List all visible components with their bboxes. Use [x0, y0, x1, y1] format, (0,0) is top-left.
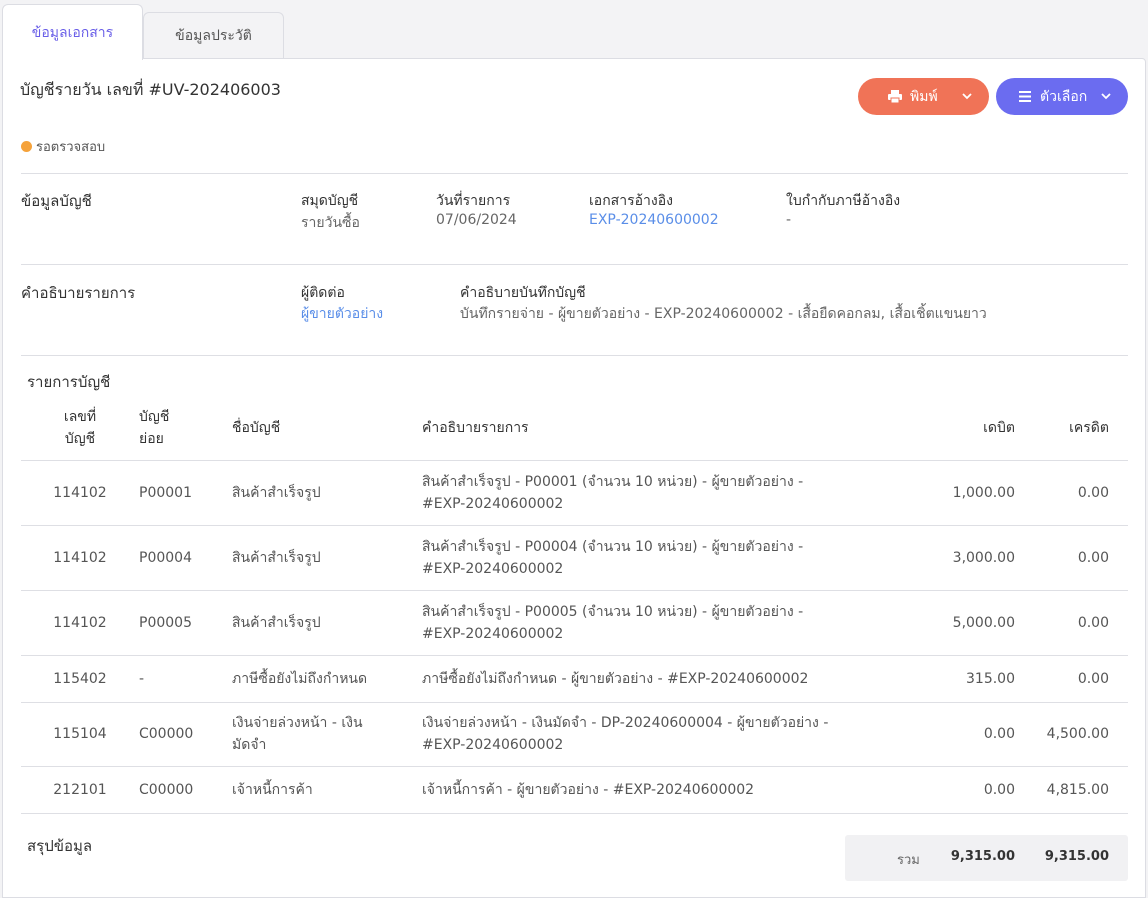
tax-invoice-label: ใบกำกับภาษีอ้างอิง [786, 193, 901, 209]
account-name: สินค้าสำเร็จรูป [232, 460, 422, 526]
entry-description: สินค้าสำเร็จรูป - P00004 (จำนวน 10 หน่วย… [422, 525, 902, 591]
debit-amount: 315.00 [902, 655, 1015, 703]
account-no: 115402 [21, 655, 139, 703]
chevron-down-icon[interactable] [961, 88, 973, 108]
account-name: ภาษีซื้อยังไม่ถึงกำหนด [232, 655, 422, 703]
account-name: สินค้าสำเร็จรูป [232, 590, 422, 656]
account-no: 114102 [21, 590, 139, 656]
total-label: รวม [897, 853, 920, 868]
status-badge: รอตรวจสอบ [21, 136, 105, 157]
sub-account: C00000 [139, 766, 232, 814]
date-value: 07/06/2024 [436, 212, 517, 228]
options-button[interactable]: ตัวเลือก [996, 78, 1128, 115]
note-label: คำอธิบายบันทึกบัญชี [460, 285, 586, 301]
entry-description: สินค้าสำเร็จรูป - P00005 (จำนวน 10 หน่วย… [422, 590, 902, 656]
table-row: 115402 - ภาษีซื้อยังไม่ถึงกำหนด ภาษีซื้อ… [21, 655, 1128, 703]
account-no: 115104 [21, 702, 139, 767]
table-row: 115104 C00000 เงินจ่ายล่วงหน้า - เงินมัด… [21, 702, 1128, 767]
print-button-label: พิมพ์ [910, 88, 938, 105]
entry-description: เจ้าหนี้การค้า - ผู้ขายตัวอย่าง - #EXP-2… [422, 766, 902, 814]
entries-heading: รายการบัญชี [27, 373, 111, 391]
date-label: วันที่รายการ [436, 193, 511, 209]
tab-document-info[interactable]: ข้อมูลเอกสาร [2, 4, 143, 60]
account-no: 114102 [21, 525, 139, 591]
credit-amount: 0.00 [1015, 525, 1128, 591]
reference-link[interactable]: EXP-20240600002 [589, 212, 719, 228]
contact-label: ผู้ติดต่อ [301, 285, 345, 301]
col-account-name: ชื่อบัญชี [232, 397, 422, 461]
sub-account: P00005 [139, 590, 232, 656]
journal-value: รายวันซื้อ [301, 215, 360, 231]
col-account-no: เลขที่ บัญชี [21, 397, 139, 461]
account-no: 212101 [21, 766, 139, 814]
account-name: เจ้าหนี้การค้า [232, 766, 422, 814]
col-sub-account: บัญชี ย่อย [139, 397, 232, 461]
divider [21, 355, 1128, 356]
credit-amount: 4,500.00 [1015, 702, 1128, 767]
entry-description: เงินจ่ายล่วงหน้า - เงินมัดจำ - DP-202406… [422, 702, 902, 767]
summary-heading: สรุปข้อมูล [27, 837, 93, 855]
sub-account: P00001 [139, 460, 232, 526]
sub-account: - [139, 655, 232, 703]
total-credit: 9,315.00 [1044, 849, 1109, 864]
debit-amount: 0.00 [902, 766, 1015, 814]
debit-amount: 3,000.00 [902, 525, 1015, 591]
credit-amount: 4,815.00 [1015, 766, 1128, 814]
note-value: บันทึกรายจ่าย - ผู้ขายตัวอย่าง - EXP-202… [460, 306, 987, 322]
divider [21, 264, 1128, 265]
chevron-down-icon[interactable] [1100, 88, 1112, 108]
sub-account: C00000 [139, 702, 232, 767]
entries-table: เลขที่ บัญชี บัญชี ย่อย ชื่อบัญชี คำอธิบ… [21, 397, 1128, 814]
divider [21, 173, 1128, 174]
col-credit: เครดิต [1015, 397, 1128, 461]
credit-amount: 0.00 [1015, 460, 1128, 526]
table-row: 114102 P00001 สินค้าสำเร็จรูป สินค้าสำเร… [21, 460, 1128, 526]
credit-amount: 0.00 [1015, 655, 1128, 703]
sub-account: P00004 [139, 525, 232, 591]
contact-link[interactable]: ผู้ขายตัวอย่าง [301, 303, 383, 325]
options-button-label: ตัวเลือก [1040, 88, 1088, 105]
table-row: 212101 C00000 เจ้าหนี้การค้า เจ้าหนี้การ… [21, 766, 1128, 814]
table-row: 114102 P00005 สินค้าสำเร็จรูป สินค้าสำเร… [21, 590, 1128, 656]
tax-invoice-value: - [786, 212, 792, 228]
description-heading: คำอธิบายรายการ [21, 284, 136, 302]
debit-amount: 0.00 [902, 702, 1015, 767]
account-name: เงินจ่ายล่วงหน้า - เงินมัดจำ [232, 702, 422, 767]
table-header-row: เลขที่ บัญชี บัญชี ย่อย ชื่อบัญชี คำอธิบ… [21, 397, 1128, 461]
account-name: สินค้าสำเร็จรูป [232, 525, 422, 591]
account-no: 114102 [21, 460, 139, 526]
journal-label: สมุดบัญชี [301, 193, 359, 209]
page-title: บัญชีรายวัน เลขที่ #UV-202406003 [20, 80, 281, 99]
entry-description: สินค้าสำเร็จรูป - P00001 (จำนวน 10 หน่วย… [422, 460, 902, 526]
col-description: คำอธิบายรายการ [422, 397, 902, 461]
table-row: 114102 P00004 สินค้าสำเร็จรูป สินค้าสำเร… [21, 525, 1128, 591]
tab-history-info[interactable]: ข้อมูลประวัติ [143, 12, 284, 59]
total-debit: 9,315.00 [950, 849, 1015, 864]
menu-icon [1018, 91, 1032, 102]
credit-amount: 0.00 [1015, 590, 1128, 656]
status-dot-icon [21, 141, 32, 152]
debit-amount: 5,000.00 [902, 590, 1015, 656]
status-text: รอตรวจสอบ [36, 140, 106, 155]
summary-total-box: รวม 9,315.00 9,315.00 [845, 835, 1128, 881]
reference-label: เอกสารอ้างอิง [589, 193, 673, 209]
print-button[interactable]: พิมพ์ [858, 78, 989, 115]
entry-description: ภาษีซื้อยังไม่ถึงกำหนด - ผู้ขายตัวอย่าง … [422, 655, 902, 703]
account-info-heading: ข้อมูลบัญชี [21, 192, 92, 210]
debit-amount: 1,000.00 [902, 460, 1015, 526]
printer-icon [888, 90, 902, 103]
col-debit: เดบิต [902, 397, 1015, 461]
